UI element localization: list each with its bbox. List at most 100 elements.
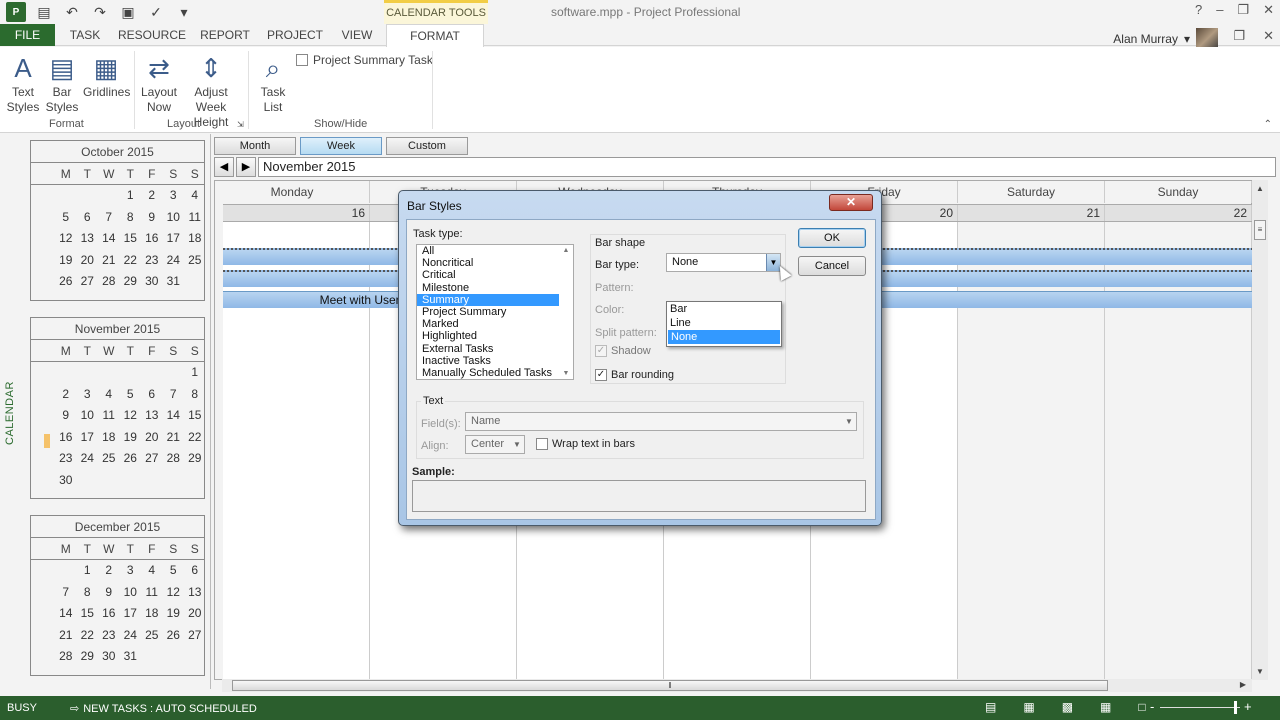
tab-resource[interactable]: RESOURCE: [118, 24, 186, 46]
previous-period-button[interactable]: ◀: [214, 157, 234, 177]
day-cell[interactable]: 17: [163, 231, 185, 253]
task-type-option[interactable]: All: [417, 245, 559, 257]
week-selector[interactable]: [31, 210, 55, 232]
day-cell[interactable]: 1: [184, 365, 206, 387]
task-type-option[interactable]: External Tasks: [417, 343, 559, 355]
day-cell[interactable]: 17: [77, 430, 99, 452]
next-period-button[interactable]: ▶: [236, 157, 256, 177]
date-cell[interactable]: 21: [958, 205, 1105, 221]
day-cell[interactable]: 19: [163, 606, 185, 628]
day-cell[interactable]: 23: [55, 451, 77, 473]
cancel-button[interactable]: Cancel: [798, 256, 866, 276]
redo-icon[interactable]: ↷: [90, 2, 110, 22]
project-app-icon[interactable]: P: [6, 2, 26, 22]
tab-project[interactable]: PROJECT: [264, 24, 326, 46]
week-selector[interactable]: [31, 387, 55, 409]
day-cell[interactable]: 24: [77, 451, 99, 473]
day-cell[interactable]: 23: [98, 628, 120, 650]
day-cell[interactable]: 29: [120, 274, 142, 296]
day-cell[interactable]: 11: [98, 408, 120, 430]
task-type-option[interactable]: Noncritical: [417, 257, 559, 269]
week-selector[interactable]: [31, 451, 55, 473]
new-tasks-mode[interactable]: ⇨ NEW TASKS : AUTO SCHEDULED: [70, 702, 257, 716]
close-icon[interactable]: ✕: [1263, 2, 1274, 18]
day-cell[interactable]: 4: [184, 188, 206, 210]
day-cell[interactable]: 3: [120, 563, 142, 585]
day-cell[interactable]: 28: [98, 274, 120, 296]
day-cell[interactable]: 24: [163, 253, 185, 275]
vertical-scroll-thumb[interactable]: ≡: [1254, 220, 1266, 240]
day-cell[interactable]: 30: [141, 274, 163, 296]
task-type-option[interactable]: Manually Scheduled Tasks: [417, 367, 559, 379]
day-cell[interactable]: 19: [55, 253, 77, 275]
day-cell[interactable]: 18: [98, 430, 120, 452]
zoom-slider[interactable]: [1160, 707, 1240, 708]
day-cell[interactable]: 27: [184, 628, 206, 650]
day-cell[interactable]: 5: [120, 387, 142, 409]
listbox-scrollbar[interactable]: ▲ ▼: [559, 245, 573, 379]
day-cell[interactable]: 2: [141, 188, 163, 210]
day-cell[interactable]: 14: [98, 231, 120, 253]
checkbox-icon[interactable]: [296, 54, 308, 66]
task-type-option[interactable]: Milestone: [417, 282, 559, 294]
bar-type-option[interactable]: Bar: [667, 302, 781, 316]
day-cell[interactable]: 4: [141, 563, 163, 585]
day-cell[interactable]: 7: [98, 210, 120, 232]
day-cell[interactable]: 14: [55, 606, 77, 628]
day-cell[interactable]: 26: [55, 274, 77, 296]
day-cell[interactable]: 16: [98, 606, 120, 628]
day-cell[interactable]: 25: [141, 628, 163, 650]
scroll-up-icon[interactable]: ▲: [1256, 184, 1264, 193]
day-cell[interactable]: 29: [184, 451, 206, 473]
day-cell[interactable]: 27: [77, 274, 99, 296]
vertical-scrollbar[interactable]: ▲ ≡ ▼: [1252, 180, 1268, 680]
day-cell[interactable]: 21: [98, 253, 120, 275]
collapse-ribbon-icon[interactable]: ⌃: [1264, 119, 1272, 130]
day-cell[interactable]: 26: [120, 451, 142, 473]
day-cell[interactable]: 21: [163, 430, 185, 452]
fields-select[interactable]: Name ▼: [465, 412, 857, 431]
month-view-button[interactable]: Month: [214, 137, 296, 155]
date-cell[interactable]: 16: [223, 205, 370, 221]
day-cell[interactable]: 12: [55, 231, 77, 253]
align-select[interactable]: Center ▼: [465, 435, 525, 454]
dialog-launcher-icon[interactable]: ⇲: [237, 120, 244, 129]
day-cell[interactable]: 9: [55, 408, 77, 430]
task-usage-icon[interactable]: ▦: [1023, 700, 1034, 714]
day-cell[interactable]: 12: [120, 408, 142, 430]
day-cell[interactable]: 25: [184, 253, 206, 275]
restore-icon[interactable]: ❐: [1233, 28, 1245, 44]
day-cell[interactable]: 11: [141, 585, 163, 607]
gantt-view-icon[interactable]: ▤: [985, 700, 996, 714]
day-cell[interactable]: 29: [77, 649, 99, 671]
ok-button[interactable]: OK: [798, 228, 866, 248]
resource-sheet-icon[interactable]: ▦: [1100, 700, 1111, 714]
task-type-option[interactable]: Project Summary: [417, 306, 559, 318]
day-cell[interactable]: 5: [163, 563, 185, 585]
day-cell[interactable]: 15: [184, 408, 206, 430]
close-icon[interactable]: ✕: [1263, 28, 1274, 44]
tab-view[interactable]: VIEW: [336, 24, 378, 46]
day-cell[interactable]: 2: [98, 563, 120, 585]
horizontal-scrollbar[interactable]: ‖ ▶: [222, 679, 1252, 692]
checkbox-icon[interactable]: ✓: [595, 369, 607, 381]
bar-type-option[interactable]: Line: [667, 316, 781, 330]
bar-styles-button[interactable]: ▤ Bar Styles: [44, 51, 80, 115]
day-cell[interactable]: 20: [77, 253, 99, 275]
shadow-checkbox[interactable]: ✓ Shadow: [595, 345, 651, 357]
scroll-up-icon[interactable]: ▲: [559, 247, 573, 254]
week-selector[interactable]: [31, 430, 55, 452]
spelling-icon[interactable]: ✓: [146, 2, 166, 22]
day-cell[interactable]: 15: [120, 231, 142, 253]
checkbox-icon[interactable]: [536, 438, 548, 450]
week-view-button[interactable]: Week: [300, 137, 382, 155]
task-type-option[interactable]: Critical: [417, 269, 559, 281]
day-cell[interactable]: 10: [77, 408, 99, 430]
week-selector[interactable]: [31, 274, 55, 296]
week-selector[interactable]: [31, 253, 55, 275]
week-selector[interactable]: [31, 649, 55, 671]
day-cell[interactable]: 14: [163, 408, 185, 430]
task-type-option[interactable]: Marked: [417, 318, 559, 330]
day-cell[interactable]: 21: [55, 628, 77, 650]
day-cell[interactable]: 17: [120, 606, 142, 628]
